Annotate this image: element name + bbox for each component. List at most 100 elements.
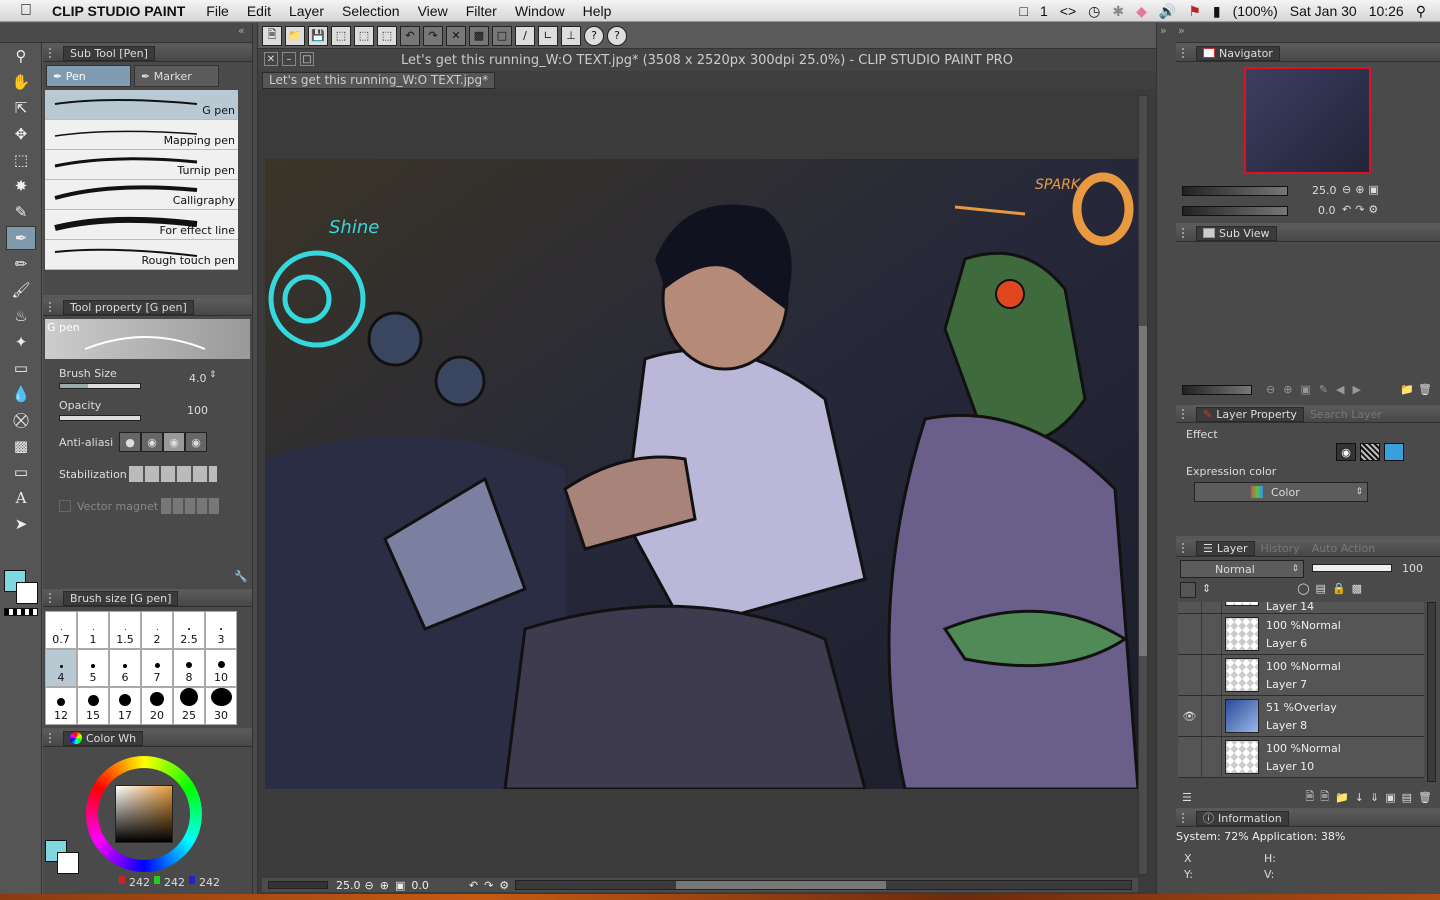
visibility-toggle[interactable]	[1178, 614, 1202, 654]
brush-size-cell[interactable]: 30	[205, 687, 237, 725]
brush-size-cell[interactable]: 6	[109, 649, 141, 687]
edit-flag[interactable]	[1202, 737, 1222, 777]
grip-icon[interactable]	[49, 48, 57, 58]
lock-icon[interactable]: 🔒	[1332, 582, 1346, 598]
clear-icon[interactable]: ✕	[446, 25, 466, 46]
blend-mode-select[interactable]: Normal ⇕	[1180, 560, 1304, 578]
pen-item-mapping[interactable]: Mapping pen	[45, 120, 238, 150]
grip-icon[interactable]	[1182, 48, 1190, 58]
clip-icon[interactable]: ⇕	[1202, 582, 1211, 598]
fit-window-icon[interactable]: ▣	[395, 879, 405, 892]
layer-opacity-value[interactable]: 100	[1402, 562, 1423, 575]
blue-value[interactable]: 242	[199, 876, 220, 889]
spotlight-icon[interactable]: ⚲	[1416, 3, 1426, 20]
sync-icon[interactable]: <>	[1060, 3, 1076, 19]
brush-size-cell[interactable]: 15	[77, 687, 109, 725]
collapse-left-icon[interactable]: «	[238, 24, 245, 37]
eye-icon[interactable]: 👁	[1183, 710, 1197, 723]
zoom-value[interactable]: 25.0	[336, 879, 361, 892]
sub-color-indicator[interactable]	[57, 852, 79, 874]
redo-icon[interactable]: ↷	[423, 25, 443, 46]
brush-size-cell[interactable]: 20	[141, 687, 173, 725]
lock-transparency-icon[interactable]: ▩	[1352, 582, 1362, 598]
grip-icon[interactable]	[1182, 543, 1190, 553]
brush-size-cell[interactable]: 1	[77, 611, 109, 649]
brush-size-cell[interactable]: 10	[205, 649, 237, 687]
menu-file[interactable]: File	[206, 3, 229, 19]
expression-color-select[interactable]: Color ⇕	[1194, 482, 1368, 502]
navigator-angle-value[interactable]: 0.0	[1318, 204, 1336, 217]
grip-icon[interactable]	[49, 593, 57, 603]
pen-item-turnip[interactable]: Turnip pen	[45, 150, 238, 180]
edit-flag[interactable]	[1202, 696, 1222, 736]
brush-size-value[interactable]: 4.0	[189, 372, 207, 385]
new-folder-icon[interactable]: 📁	[1335, 791, 1349, 804]
workspace-count[interactable]: 1	[1040, 3, 1048, 19]
layer-property-tab[interactable]: ✎ Layer Property	[1196, 406, 1304, 422]
visibility-toggle[interactable]: 👁	[1178, 696, 1202, 736]
layer-row[interactable]: Layer 14	[1178, 602, 1424, 614]
eyedropper-icon[interactable]: ✎	[6, 200, 36, 224]
undo-icon[interactable]: ↶	[400, 25, 420, 46]
antialias-mid-icon[interactable]: ◉	[163, 432, 185, 452]
brush-size-cell[interactable]: 2.5	[173, 611, 205, 649]
zoom-out-icon[interactable]: ⊖	[365, 879, 374, 892]
layer-opacity-slider[interactable]	[1312, 564, 1392, 572]
brush-size-cell[interactable]: 0.7	[45, 611, 77, 649]
zoom-slider[interactable]	[268, 881, 328, 889]
subview-controls-icon[interactable]: ⊖⊕▣✎◀▶	[1266, 383, 1369, 396]
help-pointer-icon[interactable]: ?	[607, 25, 627, 46]
red-value[interactable]: 242	[129, 876, 150, 889]
menu-window[interactable]: Window	[515, 3, 565, 19]
pen-group-tab[interactable]: ✒ Pen	[46, 65, 131, 87]
pen-item-effect-line[interactable]: For effect line	[45, 210, 238, 240]
open-file-icon[interactable]: 📁	[285, 25, 305, 46]
subtool-tab[interactable]: Sub Tool [Pen]	[63, 45, 155, 61]
brush-size-cell[interactable]: 3	[205, 611, 237, 649]
layer-row[interactable]: 100 %Normal Layer 7	[1178, 655, 1424, 696]
draft-layer-icon[interactable]: ▤	[1316, 582, 1326, 598]
bluetooth-icon[interactable]: ✱	[1112, 3, 1124, 20]
info-tab[interactable]: ⓘ Information	[1196, 810, 1289, 826]
grip-icon[interactable]	[1182, 228, 1190, 238]
pen-item-rough-touch[interactable]: Rough touch pen	[45, 240, 238, 270]
menu-filter[interactable]: Filter	[466, 3, 497, 19]
close-icon[interactable]: ✕	[264, 52, 278, 66]
new-raster-layer-icon[interactable]: 🗎	[1305, 788, 1314, 807]
rotate-left-icon[interactable]: ↶	[469, 879, 478, 892]
artwork-canvas[interactable]: Shine SPARK	[265, 159, 1138, 789]
volume-icon[interactable]: 🔊	[1159, 3, 1176, 20]
visibility-toggle[interactable]	[1178, 737, 1202, 777]
search-layer-tab[interactable]: Search Layer	[1304, 407, 1388, 422]
marker-group-tab[interactable]: ✒ Marker	[134, 65, 219, 87]
invert-selection-icon[interactable]: ⬚	[377, 25, 397, 46]
decoration-tool-icon[interactable]: ✦	[6, 330, 36, 354]
wifi-icon[interactable]: ◆	[1136, 3, 1147, 20]
visibility-toggle[interactable]	[1178, 655, 1202, 695]
layer-row[interactable]: 100 %Normal Layer 6	[1178, 614, 1424, 655]
angle-value[interactable]: 0.0	[411, 879, 429, 892]
brush-size-cell[interactable]: 1.5	[109, 611, 141, 649]
navigator-preview[interactable]	[1244, 67, 1371, 174]
saturation-value-square[interactable]	[115, 785, 173, 843]
color-wheel-tab[interactable]: Color Wh	[63, 730, 144, 746]
deselect-icon[interactable]: ⬚	[354, 25, 374, 46]
brush-tool-icon[interactable]: 🖌	[6, 278, 36, 302]
expand-right-dock-icon[interactable]: »	[1178, 24, 1185, 37]
tool-property-tab[interactable]: Tool property [G pen]	[63, 299, 194, 315]
settings-wrench-icon[interactable]: 🔧	[234, 570, 248, 583]
layer-tab[interactable]: ☰ Layer	[1196, 540, 1255, 556]
grip-icon[interactable]	[1182, 409, 1190, 419]
collapse-right-icon[interactable]: »	[1160, 24, 1167, 37]
opacity-slider[interactable]	[59, 415, 141, 421]
clock-time[interactable]: 10:26	[1369, 3, 1404, 19]
stabilization-slider[interactable]	[129, 466, 217, 482]
vertical-scroll-thumb[interactable]	[1139, 326, 1147, 656]
airbrush-tool-icon[interactable]: ♨	[6, 304, 36, 328]
move-layer-icon[interactable]: ✥	[6, 122, 36, 146]
grip-icon[interactable]	[1182, 813, 1190, 823]
subview-trash-icon[interactable]: 🗑	[1418, 383, 1432, 396]
brush-size-spinner-icon[interactable]: ⇕	[209, 370, 217, 380]
fill-tool-icon[interactable]: ⛒	[6, 408, 36, 432]
brush-size-cell[interactable]: 25	[173, 687, 205, 725]
